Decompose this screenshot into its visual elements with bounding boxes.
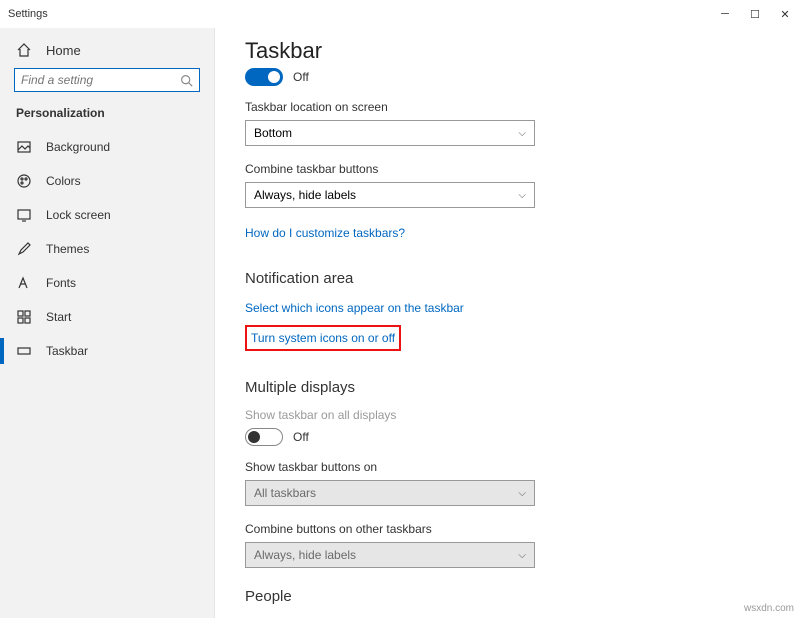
system-icons-link[interactable]: Turn system icons on or off xyxy=(251,331,395,345)
location-value: Bottom xyxy=(254,126,292,140)
close-button[interactable]: ✕ xyxy=(770,0,800,28)
grid-icon xyxy=(16,309,32,325)
monitor-icon xyxy=(16,207,32,223)
combine-value: Always, hide labels xyxy=(254,188,356,202)
picture-icon xyxy=(16,139,32,155)
multi-show-label: Show taskbar on all displays xyxy=(245,408,770,422)
chevron-down-icon: ⌵ xyxy=(518,488,526,499)
search-input[interactable] xyxy=(21,73,180,87)
location-select[interactable]: Bottom ⌵ xyxy=(245,120,535,146)
taskbar-icon xyxy=(16,343,32,359)
chevron-down-icon: ⌵ xyxy=(518,128,526,139)
multi-show-toggle[interactable] xyxy=(245,428,283,446)
sidebar-item-fonts[interactable]: Fonts xyxy=(0,266,214,300)
top-toggle[interactable] xyxy=(245,68,283,86)
chevron-down-icon: ⌵ xyxy=(518,190,526,201)
sidebar-item-label: Lock screen xyxy=(46,208,111,222)
search-box[interactable] xyxy=(14,68,200,92)
main-content: Taskbar Off Taskbar location on screen B… xyxy=(215,28,800,618)
combine-select[interactable]: Always, hide labels ⌵ xyxy=(245,182,535,208)
chevron-down-icon: ⌵ xyxy=(518,550,526,561)
sidebar-item-themes[interactable]: Themes xyxy=(0,232,214,266)
maximize-button[interactable]: ☐ xyxy=(740,0,770,28)
sidebar-item-label: Colors xyxy=(46,174,81,188)
multi-buttons-select: All taskbars ⌵ xyxy=(245,480,535,506)
sidebar-item-start[interactable]: Start xyxy=(0,300,214,334)
multi-combine-label: Combine buttons on other taskbars xyxy=(245,522,770,536)
brush-icon xyxy=(16,241,32,257)
top-toggle-row: Off xyxy=(245,68,770,86)
minimize-button[interactable]: ─ xyxy=(710,0,740,28)
sidebar-item-label: Background xyxy=(46,140,110,154)
home-nav[interactable]: Home xyxy=(0,36,214,68)
page-title: Taskbar xyxy=(245,38,770,64)
category-label: Personalization xyxy=(0,106,214,130)
combine-label: Combine taskbar buttons xyxy=(245,162,770,176)
top-toggle-label: Off xyxy=(293,70,309,84)
multi-combine-value: Always, hide labels xyxy=(254,548,356,562)
multiple-displays-heading: Multiple displays xyxy=(245,379,770,396)
home-icon xyxy=(16,42,32,58)
sidebar-item-taskbar[interactable]: Taskbar xyxy=(0,334,214,368)
multi-buttons-value: All taskbars xyxy=(254,486,316,500)
location-label: Taskbar location on screen xyxy=(245,100,770,114)
people-heading: People xyxy=(245,588,770,605)
multi-buttons-label: Show taskbar buttons on xyxy=(245,460,770,474)
notification-heading: Notification area xyxy=(245,270,770,287)
watermark: wsxdn.com xyxy=(744,603,794,614)
search-icon xyxy=(180,74,193,87)
sidebar-item-label: Themes xyxy=(46,242,89,256)
customize-link[interactable]: How do I customize taskbars? xyxy=(245,226,405,240)
palette-icon xyxy=(16,173,32,189)
highlight-box: Turn system icons on or off xyxy=(245,325,401,351)
sidebar-item-background[interactable]: Background xyxy=(0,130,214,164)
sidebar-item-label: Fonts xyxy=(46,276,76,290)
sidebar-item-colors[interactable]: Colors xyxy=(0,164,214,198)
multi-combine-select: Always, hide labels ⌵ xyxy=(245,542,535,568)
window-title: Settings xyxy=(8,8,48,20)
sidebar: Home Personalization Background Colors L… xyxy=(0,28,215,618)
titlebar: Settings ─ ☐ ✕ xyxy=(0,0,800,28)
sidebar-item-lockscreen[interactable]: Lock screen xyxy=(0,198,214,232)
home-label: Home xyxy=(46,43,81,58)
select-icons-link[interactable]: Select which icons appear on the taskbar xyxy=(245,301,464,315)
sidebar-item-label: Start xyxy=(46,310,71,324)
font-icon xyxy=(16,275,32,291)
multi-show-state: Off xyxy=(293,430,309,444)
sidebar-item-label: Taskbar xyxy=(46,344,88,358)
